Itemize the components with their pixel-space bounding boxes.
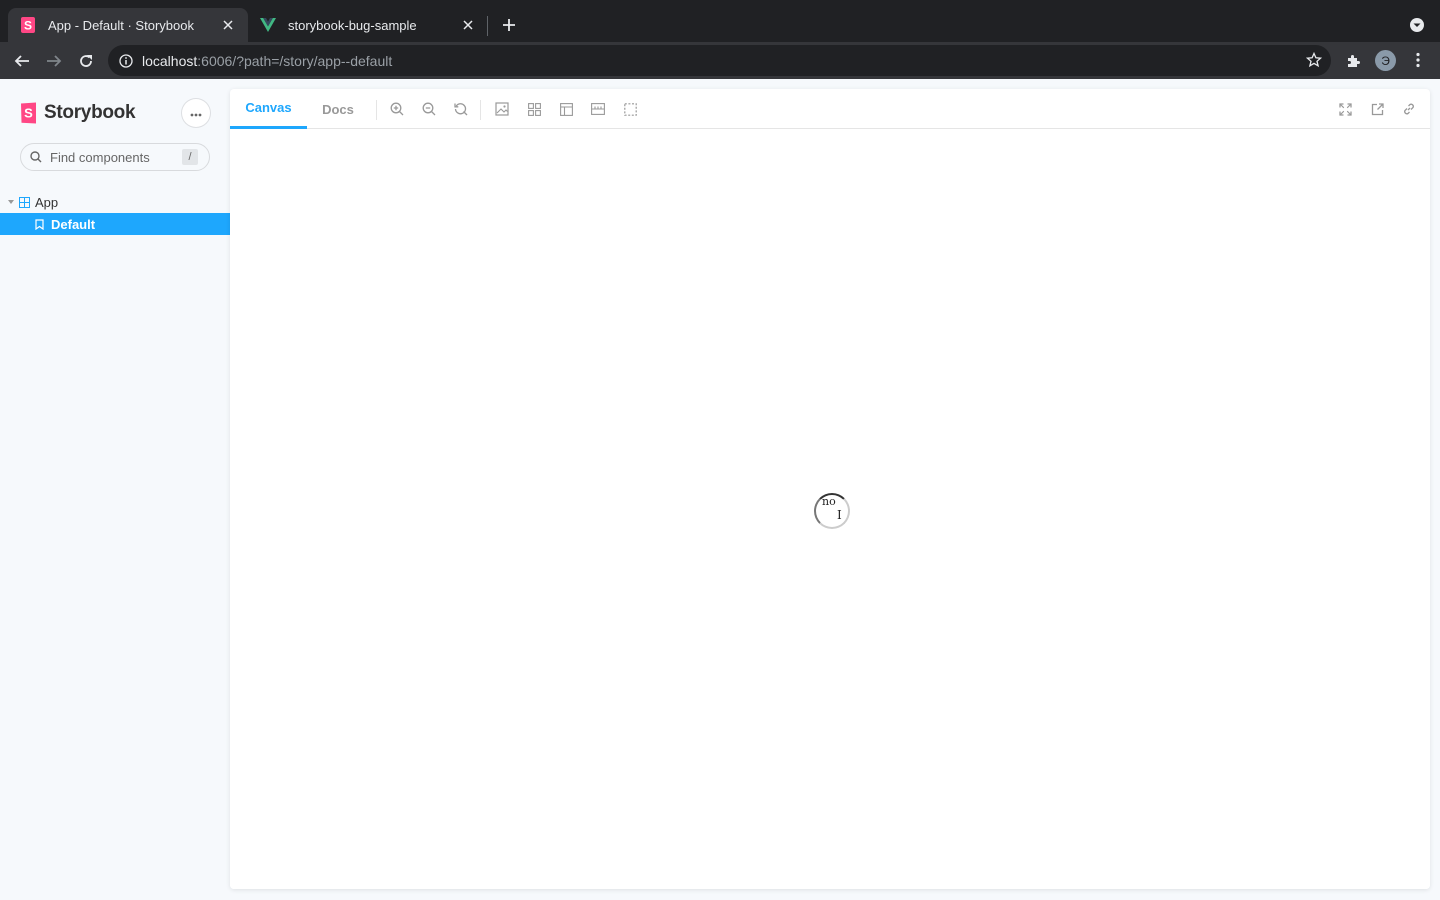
- url-host: localhost: [142, 52, 198, 69]
- bookmark-icon: [35, 218, 45, 230]
- tree-item-label: Default: [51, 216, 96, 232]
- extensions-puzzle-icon[interactable]: [1344, 51, 1364, 71]
- site-info-icon[interactable]: [118, 53, 134, 69]
- close-tab-icon[interactable]: [460, 17, 476, 33]
- loader-glyph-bottom: I: [837, 508, 842, 522]
- svg-text:S: S: [24, 19, 32, 33]
- caret-down-icon: [8, 199, 14, 205]
- forward-icon[interactable]: [41, 48, 67, 74]
- new-tab-icon[interactable]: [498, 14, 520, 36]
- bookmark-star-icon[interactable]: [1305, 51, 1323, 69]
- tab-title: storybook-bug-sample: [288, 17, 417, 33]
- browser-toolbar: localhost:6006/?path=/story/app--default…: [0, 42, 1440, 79]
- svg-text:S: S: [24, 106, 33, 121]
- back-icon[interactable]: [9, 48, 35, 74]
- address-bar[interactable]: localhost:6006/?path=/story/app--default: [108, 45, 1331, 76]
- storybook-sidebar: S Storybook Find components / App Defaul…: [0, 79, 230, 900]
- profile-avatar[interactable]: Э: [1375, 50, 1396, 71]
- close-tab-icon[interactable]: [220, 17, 236, 33]
- tree-story-default[interactable]: Default: [0, 213, 230, 235]
- measure-icon[interactable]: [588, 99, 608, 119]
- outline-icon[interactable]: [620, 99, 640, 119]
- browser-tab-bug-sample[interactable]: storybook-bug-sample: [248, 8, 488, 42]
- tab-docs[interactable]: Docs: [310, 89, 366, 129]
- tab-canvas[interactable]: Canvas: [230, 89, 307, 129]
- address-url: localhost:6006/?path=/story/app--default: [142, 53, 392, 69]
- preview-toolbar: Canvas Docs: [230, 89, 1430, 129]
- reset-zoom-icon[interactable]: [451, 99, 471, 119]
- toolbar-divider: [376, 100, 377, 120]
- browser-tabstrip: S App - Default · Storybook storybook-bu…: [0, 0, 1440, 42]
- sidebar-menu-button[interactable]: [182, 99, 210, 127]
- zoom-in-icon[interactable]: [387, 99, 407, 119]
- storybook-preview-panel: Canvas Docs no I: [230, 89, 1430, 889]
- tree-item-label: App: [35, 194, 59, 210]
- viewport-icon[interactable]: [556, 99, 576, 119]
- loading-spinner: no I: [814, 493, 850, 529]
- storybook-icon: S: [20, 17, 36, 33]
- browser-tab-storybook[interactable]: S App - Default · Storybook: [8, 8, 248, 42]
- tree-component-app[interactable]: App: [0, 192, 230, 212]
- preview-canvas: no I: [230, 129, 1430, 889]
- tab-title: App - Default · Storybook: [48, 17, 194, 33]
- toolbar-divider: [480, 100, 481, 120]
- storybook-logo-icon: S: [20, 102, 38, 124]
- component-icon: [19, 196, 31, 208]
- open-new-tab-icon[interactable]: [1367, 99, 1387, 119]
- browser-menu-icon[interactable]: [1408, 50, 1428, 70]
- tab-search-icon[interactable]: [1407, 15, 1427, 35]
- grid-icon[interactable]: [524, 99, 544, 119]
- search-icon: [30, 150, 44, 164]
- search-shortcut-key: /: [182, 149, 198, 165]
- reload-icon[interactable]: [73, 48, 99, 74]
- fullscreen-icon[interactable]: [1335, 99, 1355, 119]
- loader-glyph-top: no: [822, 495, 836, 508]
- copy-link-icon[interactable]: [1399, 99, 1419, 119]
- find-components-search[interactable]: Find components /: [20, 143, 210, 171]
- storybook-brand[interactable]: S Storybook: [20, 102, 136, 124]
- url-path: :6006/?path=/story/app--default: [197, 52, 393, 69]
- tab-divider: [487, 16, 488, 36]
- vue-icon: [260, 17, 276, 33]
- ellipsis-icon: [190, 104, 202, 122]
- zoom-out-icon[interactable]: [419, 99, 439, 119]
- brand-name: Storybook: [44, 102, 136, 123]
- background-image-icon[interactable]: [492, 99, 512, 119]
- search-placeholder: Find components: [50, 149, 150, 165]
